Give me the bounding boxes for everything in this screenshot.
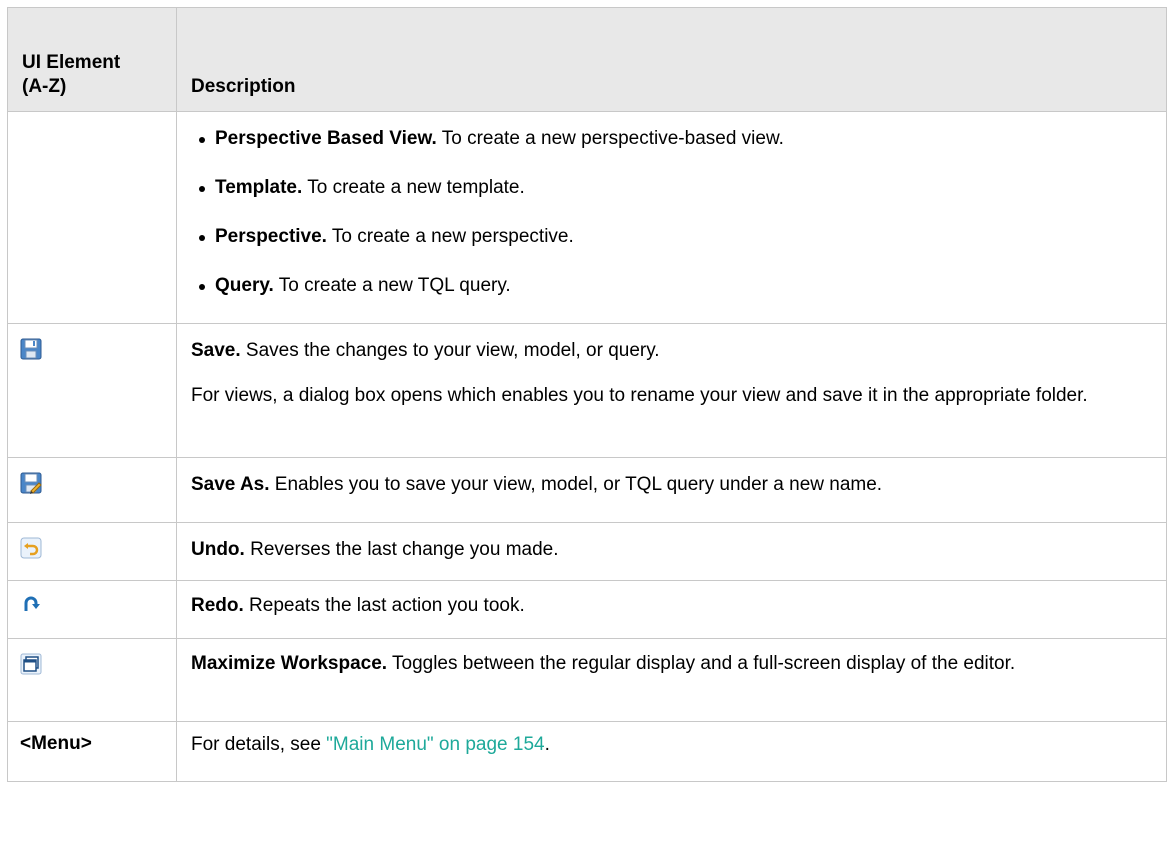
save-description: Save. Saves the changes to your view, mo…: [191, 339, 1152, 363]
item-text: To create a new template.: [302, 177, 525, 198]
description-cell: Save As. Enables you to save your view, …: [176, 457, 1167, 523]
list-item: Template. To create a new template.: [191, 176, 1152, 225]
table-row: Undo. Reverses the last change you made.: [7, 522, 1167, 581]
table-row: <Menu> For details, see "Main Menu" on p…: [7, 721, 1167, 782]
new-item-list: Perspective Based View. To create a new …: [191, 112, 1152, 323]
description-cell: Perspective Based View. To create a new …: [176, 111, 1167, 324]
element-cell: [7, 580, 177, 639]
item-text: To create a new TQL query.: [273, 275, 511, 296]
item-text: To create a new perspective-based view.: [436, 128, 784, 149]
description-cell: Maximize Workspace. Toggles between the …: [176, 638, 1167, 722]
list-item: Perspective Based View. To create a new …: [191, 127, 1152, 176]
save-as-icon: [20, 472, 42, 494]
item-title: Maximize Workspace.: [191, 653, 388, 674]
header-ui-element-label: UI Element (A-Z): [22, 52, 121, 97]
item-title: Perspective.: [215, 226, 327, 247]
undo-icon: [20, 537, 42, 559]
bullet-icon: [199, 137, 205, 143]
table-row: Save. Saves the changes to your view, mo…: [7, 323, 1167, 458]
bullet-icon: [199, 235, 205, 241]
maximize-description: Maximize Workspace. Toggles between the …: [191, 652, 1152, 676]
element-cell: <Menu>: [7, 721, 177, 782]
menu-text-before: For details, see: [191, 734, 327, 755]
item-title: Template.: [215, 177, 303, 198]
menu-description: For details, see "Main Menu" on page 154…: [191, 733, 1152, 757]
item-title: Save.: [191, 340, 241, 361]
description-cell: Undo. Reverses the last change you made.: [176, 522, 1167, 581]
header-description-label: Description: [191, 76, 296, 97]
table-row: Save As. Enables you to save your view, …: [7, 457, 1167, 523]
ui-elements-table: UI Element (A-Z) Description Perspective…: [7, 7, 1167, 782]
item-title: Undo.: [191, 539, 245, 560]
maximize-workspace-icon: [20, 653, 42, 675]
redo-description: Redo. Repeats the last action you took.: [191, 594, 1152, 618]
item-text: Toggles between the regular display and …: [387, 653, 1016, 674]
table-row: Perspective Based View. To create a new …: [7, 111, 1167, 324]
description-cell: For details, see "Main Menu" on page 154…: [176, 721, 1167, 782]
item-title: Save As.: [191, 474, 270, 495]
element-cell: [7, 457, 177, 523]
header-ui-element: UI Element (A-Z): [7, 7, 177, 112]
element-cell: [7, 522, 177, 581]
description-cell: Save. Saves the changes to your view, mo…: [176, 323, 1167, 458]
redo-icon: [24, 596, 40, 611]
item-title: Perspective Based View.: [215, 128, 437, 149]
list-item: Query. To create a new TQL query.: [191, 274, 1152, 323]
list-item: Perspective. To create a new perspective…: [191, 225, 1152, 274]
header-description: Description: [176, 7, 1167, 112]
bullet-icon: [199, 284, 205, 290]
main-menu-link[interactable]: "Main Menu" on page 154: [326, 734, 544, 755]
table-row: Redo. Repeats the last action you took.: [7, 580, 1167, 639]
description-cell: Redo. Repeats the last action you took.: [176, 580, 1167, 639]
save-as-description: Save As. Enables you to save your view, …: [191, 473, 1152, 497]
menu-element-label: <Menu>: [20, 733, 92, 754]
element-cell-empty: [7, 111, 177, 324]
menu-text-after: .: [544, 734, 550, 755]
item-text: Enables you to save your view, model, or…: [269, 474, 883, 495]
item-title: Query.: [215, 275, 274, 296]
table-row: Maximize Workspace. Toggles between the …: [7, 638, 1167, 722]
undo-description: Undo. Reverses the last change you made.: [191, 538, 1152, 562]
item-text: Reverses the last change you made.: [244, 539, 559, 560]
item-text: Repeats the last action you took.: [243, 595, 525, 616]
element-cell: [7, 638, 177, 722]
save-icon: [20, 338, 42, 360]
item-title: Redo.: [191, 595, 244, 616]
element-cell: [7, 323, 177, 458]
item-text: Saves the changes to your view, model, o…: [240, 340, 660, 361]
item-text: To create a new perspective.: [326, 226, 574, 247]
bullet-icon: [199, 186, 205, 192]
save-description-note: For views, a dialog box opens which enab…: [191, 385, 1088, 406]
table-header-row: UI Element (A-Z) Description: [7, 7, 1167, 112]
